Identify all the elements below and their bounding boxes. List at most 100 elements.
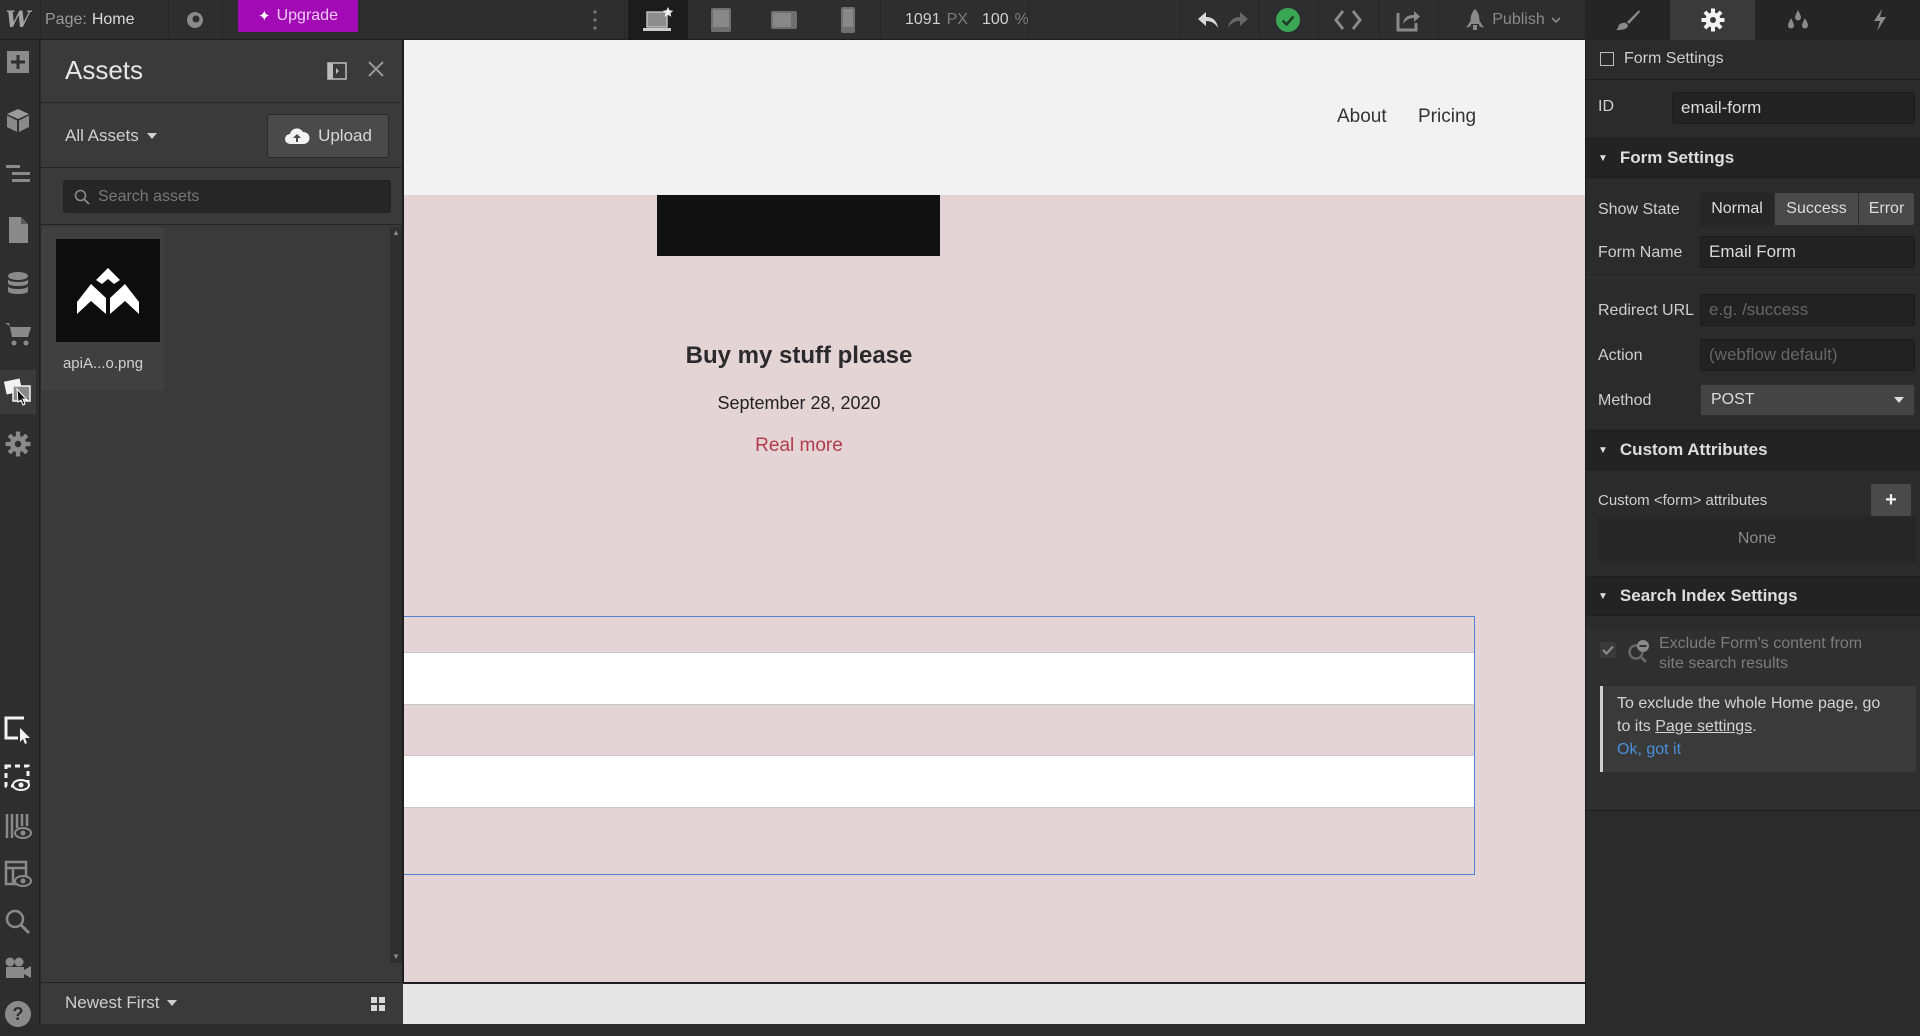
search-index-section-header[interactable]: ▼ Search Index Settings xyxy=(1586,576,1920,616)
code-export-button[interactable] xyxy=(1328,0,1368,40)
redirect-url-input[interactable] xyxy=(1700,294,1915,326)
desktop-star-icon xyxy=(643,7,674,31)
rail-pages-button[interactable] xyxy=(0,208,36,252)
read-more-link[interactable]: Real more xyxy=(534,435,1064,457)
device-mobile-landscape-button[interactable] xyxy=(754,0,814,40)
video-camera-icon xyxy=(5,957,31,978)
action-input[interactable] xyxy=(1700,339,1915,371)
publish-label: Publish xyxy=(1492,11,1545,28)
divider xyxy=(1438,0,1439,40)
undo-button[interactable] xyxy=(1194,0,1222,40)
tab-interactions[interactable] xyxy=(1840,0,1920,40)
rail-cms-button[interactable] xyxy=(0,262,36,306)
dismiss-hint-link[interactable]: Ok, got it xyxy=(1617,738,1902,761)
search-icon xyxy=(5,909,31,935)
device-mobile-portrait-button[interactable] xyxy=(818,0,878,40)
assets-search-input[interactable] xyxy=(98,187,378,206)
state-error-button[interactable]: Error xyxy=(1858,193,1914,225)
page-settings-link[interactable]: Page settings xyxy=(1655,718,1752,735)
add-attribute-button[interactable]: + xyxy=(1871,484,1911,516)
viewport-readout: 1091 PX 100 % xyxy=(905,0,1043,40)
nav-link-about[interactable]: About xyxy=(1337,106,1387,128)
form-settings-section-header[interactable]: ▼ Form Settings xyxy=(1586,138,1920,178)
zoom-level[interactable]: 100 xyxy=(982,11,1009,29)
upload-button[interactable]: Upload xyxy=(267,114,389,158)
id-label: ID xyxy=(1598,98,1614,115)
state-normal-button[interactable]: Normal xyxy=(1700,193,1774,225)
more-menu-button[interactable] xyxy=(585,0,605,40)
rail-add-button[interactable] xyxy=(0,40,36,84)
nav-link-pricing[interactable]: Pricing xyxy=(1418,106,1476,128)
save-status-indicator[interactable] xyxy=(1268,0,1308,40)
device-desktop-button[interactable] xyxy=(628,0,688,40)
rail-search-button[interactable] xyxy=(0,900,36,944)
section-title: Custom Attributes xyxy=(1619,440,1768,459)
preview-button[interactable] xyxy=(178,0,212,40)
dock-panel-button[interactable] xyxy=(327,62,347,85)
device-tablet-button[interactable] xyxy=(691,0,751,40)
section-title: Form Settings xyxy=(1619,148,1735,167)
rail-ecommerce-button[interactable] xyxy=(0,312,36,356)
method-label: Method xyxy=(1598,392,1652,409)
assets-search-container xyxy=(41,169,403,225)
share-button[interactable] xyxy=(1388,0,1428,40)
tab-style-manager[interactable] xyxy=(1755,0,1840,40)
method-select[interactable]: POST xyxy=(1700,384,1915,416)
state-success-button[interactable]: Success xyxy=(1774,193,1858,225)
scroll-down-arrow[interactable]: ▼ xyxy=(390,951,402,963)
gear-icon xyxy=(1701,8,1724,32)
divider xyxy=(1180,0,1181,40)
divider xyxy=(1586,810,1920,811)
webflow-logo[interactable]: W xyxy=(0,0,36,40)
form-name-input[interactable] xyxy=(1700,236,1915,268)
asset-item[interactable]: apiA...o.png xyxy=(42,227,164,390)
drops-icon xyxy=(1787,10,1808,29)
mountain-logo-icon xyxy=(77,267,139,314)
tab-settings[interactable] xyxy=(1670,0,1755,40)
rail-settings-button[interactable] xyxy=(0,422,36,466)
dock-panel-icon xyxy=(327,62,347,80)
sort-dropdown[interactable]: Newest First xyxy=(65,993,178,1013)
design-canvas[interactable]: About Pricing Buy my stuff please Septem… xyxy=(403,40,1585,982)
select-cursor-icon xyxy=(4,716,30,744)
close-panel-button[interactable] xyxy=(367,60,385,83)
search-icon xyxy=(74,189,90,205)
xray-eye-icon xyxy=(5,814,32,839)
assets-scrollbar[interactable]: ▲ ▼ xyxy=(390,227,402,963)
rail-symbols-button[interactable] xyxy=(0,98,36,142)
rail-video-tutorials-button[interactable] xyxy=(0,946,36,990)
publish-button[interactable]: Publish xyxy=(1450,0,1575,40)
rail-help-button[interactable]: ? xyxy=(0,992,36,1036)
page-selector[interactable]: Page: Home xyxy=(45,0,135,40)
rail-select-tool-button[interactable] xyxy=(0,708,36,752)
rail-xray-button[interactable] xyxy=(0,804,36,848)
element-type-label: Form Settings xyxy=(1624,50,1724,67)
form-input-field[interactable] xyxy=(404,652,1474,705)
exclude-label-line-2: site search results xyxy=(1659,655,1788,672)
sparkle-icon: ✦ xyxy=(258,8,271,25)
selected-form-block[interactable] xyxy=(404,616,1475,875)
navigator-icon xyxy=(6,165,30,182)
form-input-field[interactable] xyxy=(404,755,1474,808)
post-image[interactable] xyxy=(657,195,940,256)
dashed-box-eye-icon xyxy=(4,764,30,791)
checkmark-icon xyxy=(1600,642,1616,658)
viewport-width[interactable]: 1091 xyxy=(905,11,941,29)
id-input[interactable] xyxy=(1672,92,1915,124)
exclude-checkbox[interactable] xyxy=(1600,642,1616,663)
zoom-unit: % xyxy=(1014,11,1029,28)
custom-attributes-section-header[interactable]: ▼ Custom Attributes xyxy=(1586,430,1920,470)
upgrade-button[interactable]: ✦ Upgrade xyxy=(238,0,358,32)
grid-view-toggle[interactable] xyxy=(371,997,385,1011)
redo-button[interactable] xyxy=(1224,0,1252,40)
rail-assets-button[interactable] xyxy=(0,370,36,414)
assets-filter-dropdown[interactable]: All Assets xyxy=(65,126,157,146)
attributes-empty-state: None xyxy=(1598,517,1916,561)
divider xyxy=(1258,0,1259,40)
scroll-up-arrow[interactable]: ▲ xyxy=(390,227,402,239)
rail-navigator-button[interactable] xyxy=(0,152,36,196)
site-navbar: About Pricing xyxy=(404,40,1585,195)
tab-style[interactable] xyxy=(1585,0,1670,40)
rail-show-hidden-button[interactable] xyxy=(0,756,36,800)
rail-layout-preview-button[interactable] xyxy=(0,852,36,896)
